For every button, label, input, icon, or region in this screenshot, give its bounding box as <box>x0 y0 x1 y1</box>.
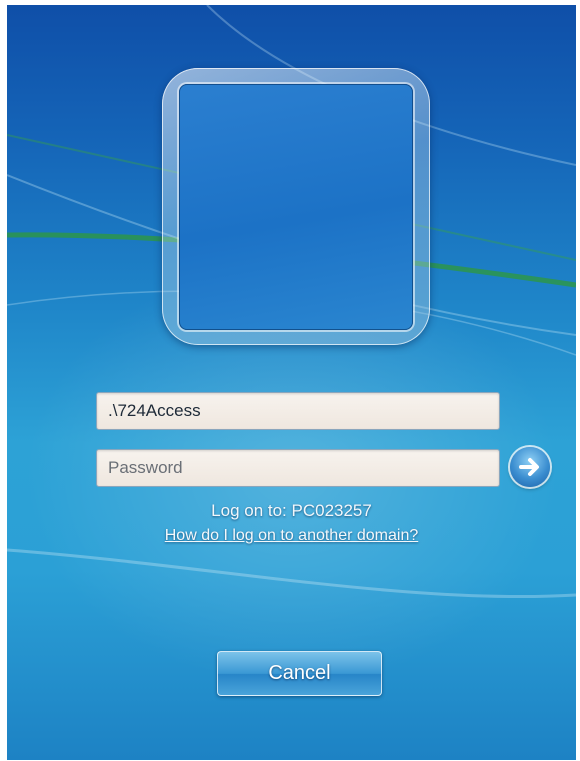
user-tile-icon <box>162 68 430 345</box>
logon-target-text: Log on to: PC023257 <box>211 501 372 520</box>
submit-button[interactable] <box>510 447 550 487</box>
cancel-button[interactable]: Cancel <box>217 651 382 696</box>
other-domain-link[interactable]: How do I log on to another domain? <box>7 527 576 545</box>
username-input[interactable]: .\724Access <box>96 392 500 430</box>
logon-screen: .\724Access Password Log on to: PC023257… <box>7 5 576 760</box>
arrow-right-icon <box>519 458 539 476</box>
user-picture <box>179 84 413 330</box>
password-input[interactable]: Password <box>96 449 500 487</box>
